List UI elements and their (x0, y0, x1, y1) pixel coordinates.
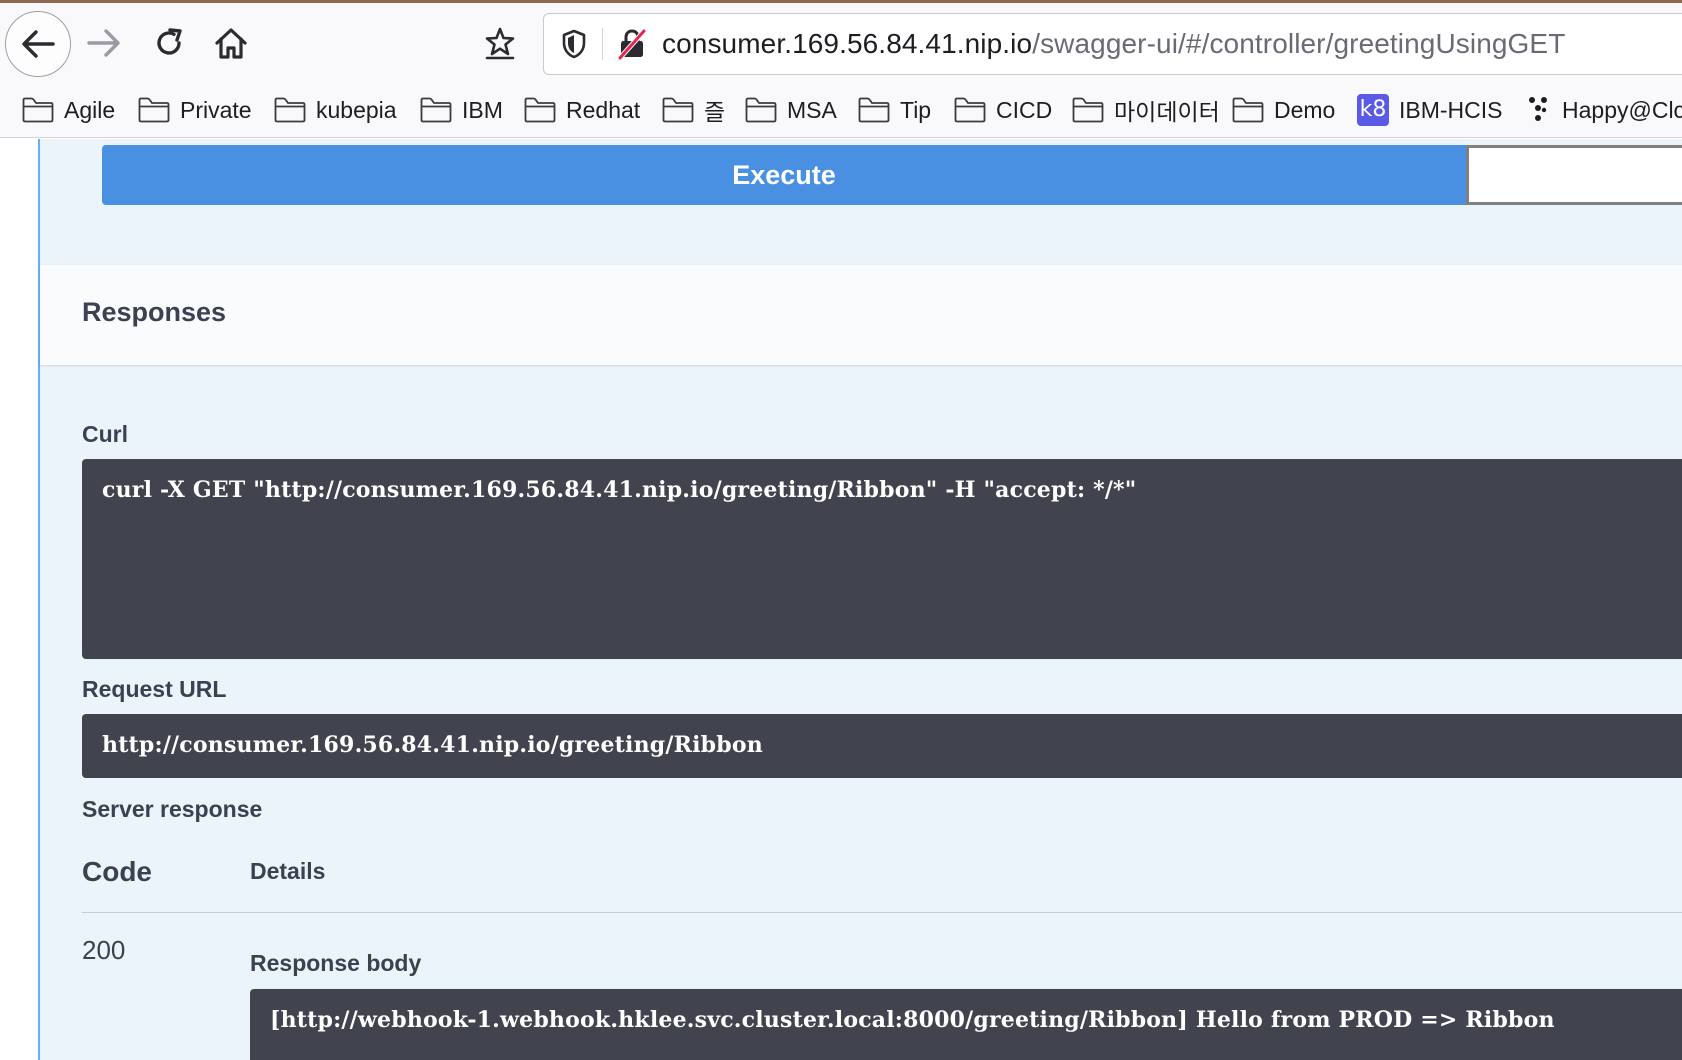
bookmark-label: Tip (900, 96, 932, 123)
bookmark-happy[interactable]: Happy@Clc (1524, 92, 1682, 128)
bookmark-folder-mydata[interactable]: 마이데이터 (1072, 92, 1220, 128)
folder-icon (22, 97, 54, 123)
responses-title: Responses (82, 297, 227, 327)
bookmark-folder-kubepia[interactable]: kubepia (274, 92, 397, 128)
response-body-label: Response body (250, 950, 422, 976)
bookmark-label: CICD (996, 96, 1053, 123)
bookmark-folder-jeul[interactable]: 즐 (662, 92, 725, 128)
dots-icon (1529, 97, 1547, 121)
bookmark-folder-redhat[interactable]: Redhat (524, 92, 640, 128)
table-divider (82, 912, 1682, 913)
bookmark-label: Demo (1274, 96, 1336, 123)
bookmark-folder-ibm[interactable]: IBM (420, 92, 503, 128)
insecure-connection-button[interactable] (612, 24, 652, 64)
folder-icon (420, 97, 452, 123)
execute-button[interactable]: Execute (102, 145, 1466, 205)
bookmark-label: kubepia (316, 96, 397, 123)
reload-icon (157, 28, 182, 55)
broken-lock-icon (618, 29, 646, 60)
folder-icon (954, 97, 986, 123)
bookmark-label: Happy@Clc (1562, 96, 1682, 123)
bookmark-label: MSA (787, 96, 837, 123)
bookmark-label: IBM (462, 96, 503, 123)
forward-button[interactable] (80, 17, 128, 69)
curl-code-block[interactable]: curl -X GET "http://consumer.169.56.84.4… (82, 459, 1682, 659)
responses-header: Responses (40, 265, 1682, 365)
bookmark-folder-demo[interactable]: Demo (1232, 92, 1335, 128)
details-column-header: Details (250, 858, 326, 884)
curl-command: curl -X GET "http://consumer.169.56.84.4… (102, 477, 1137, 503)
request-url-block[interactable]: http://consumer.169.56.84.41.nip.io/gree… (82, 714, 1682, 778)
folder-icon (1072, 97, 1104, 123)
response-body-block[interactable]: [http://webhook-1.webhook.hklee.svc.clus… (250, 989, 1682, 1060)
address-bar-separator (602, 28, 603, 60)
url-host: consumer.169.56.84.41.nip.io (662, 28, 1033, 59)
swagger-page: Execute Responses Curl curl -X GET "http… (0, 139, 1682, 1060)
home-button[interactable] (206, 17, 256, 69)
home-icon (215, 28, 247, 59)
bookmark-label: 즐 (704, 99, 726, 125)
bookmark-folder-private[interactable]: Private (138, 92, 252, 128)
bookmark-folder-cicd[interactable]: CICD (954, 92, 1052, 128)
folder-icon (274, 97, 306, 123)
bookmark-label: 마이데이터 (1114, 99, 1220, 125)
bookmarks-toolbar: Agile Private kubepia IBM Redhat 즐 MSA T… (0, 82, 1682, 138)
shield-icon (562, 29, 586, 59)
operation-block: Execute Responses Curl curl -X GET "http… (38, 139, 1682, 1060)
bookmark-label: Agile (64, 96, 116, 123)
arrow-left-icon (22, 30, 55, 58)
browser-toolbar: consumer.169.56.84.41.nip.io/swagger-ui/… (0, 3, 1682, 82)
address-bar[interactable]: consumer.169.56.84.41.nip.io/swagger-ui/… (543, 13, 1682, 75)
url-path: /swagger-ui/#/controller/greetingUsingGE… (1032, 28, 1566, 59)
server-response-label: Server response (82, 796, 263, 822)
bookmark-folder-agile[interactable]: Agile (22, 92, 115, 128)
code-column-header: Code (82, 856, 152, 887)
curl-label: Curl (82, 421, 128, 447)
folder-icon (745, 97, 777, 123)
request-url: http://consumer.169.56.84.41.nip.io/gree… (102, 732, 763, 758)
response-body: [http://webhook-1.webhook.hklee.svc.clus… (270, 1007, 1555, 1033)
url-text[interactable]: consumer.169.56.84.41.nip.io/swagger-ui/… (662, 26, 1565, 62)
bookmark-folder-msa[interactable]: MSA (745, 92, 837, 128)
status-code: 200 (82, 935, 126, 965)
folder-icon (1232, 97, 1264, 123)
tracking-protection-button[interactable] (554, 24, 594, 64)
arrow-right-icon (87, 29, 120, 57)
star-icon (485, 27, 515, 60)
bookmark-ibm-hcis[interactable]: k8 IBM-HCIS (1357, 92, 1503, 128)
folder-icon (662, 97, 694, 123)
k8s-icon: k8 (1357, 94, 1389, 126)
clear-button[interactable] (1466, 145, 1682, 205)
bookmark-label: Redhat (566, 96, 641, 123)
folder-icon (138, 97, 170, 123)
request-url-label: Request URL (82, 676, 227, 702)
folder-icon (524, 97, 556, 123)
bookmark-star-button[interactable] (475, 17, 525, 69)
bookmark-label: Private (180, 96, 252, 123)
reload-button[interactable] (145, 17, 193, 69)
folder-icon (858, 97, 890, 123)
bookmark-label: IBM-HCIS (1399, 96, 1503, 123)
back-button[interactable] (5, 11, 71, 77)
bookmark-folder-tip[interactable]: Tip (858, 92, 931, 128)
